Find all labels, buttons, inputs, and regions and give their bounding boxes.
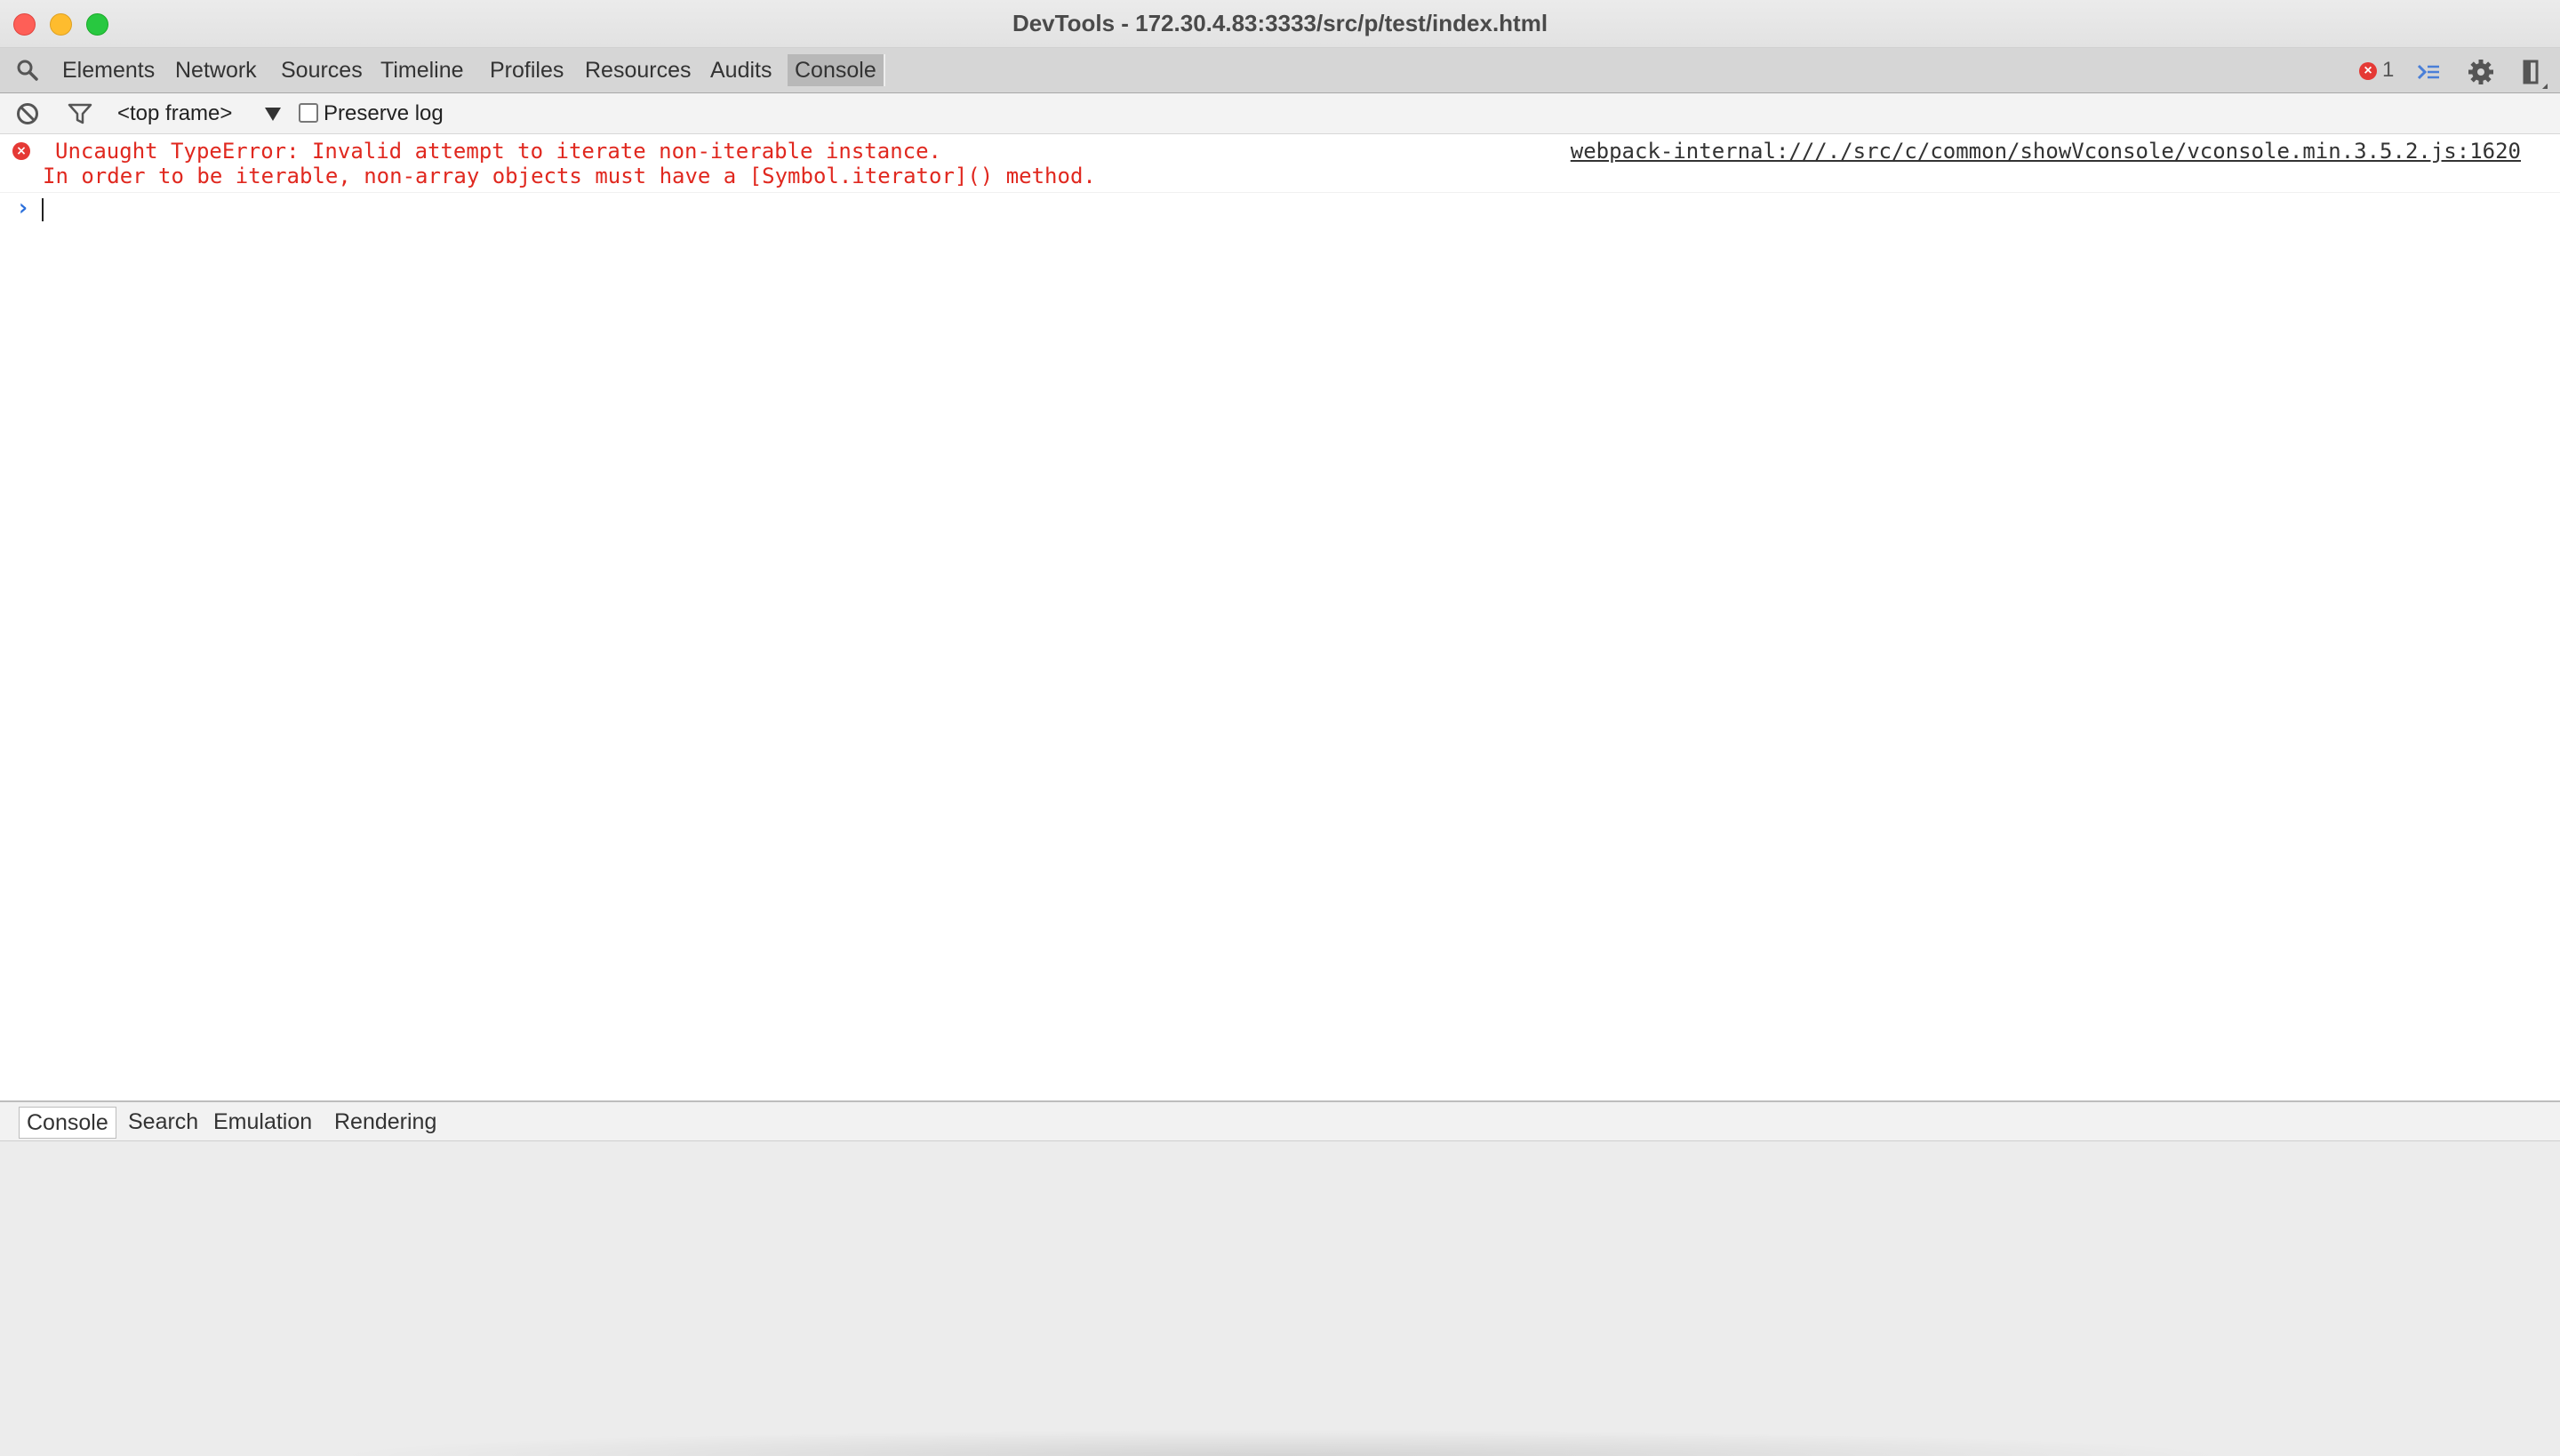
error-message-line: Uncaught TypeError: Invalid attempt to i… [55,139,941,164]
title-bar: DevTools - 172.30.4.83:3333/src/p/test/i… [0,0,2560,48]
window-title: DevTools - 172.30.4.83:3333/src/p/test/i… [1012,10,1548,36]
error-count-value: 1 [2382,58,2395,82]
search-icon[interactable] [16,59,39,82]
tab-timeline[interactable]: Timeline [379,54,466,86]
console-error-message: × Uncaught TypeError: Invalid attempt to… [0,134,2560,193]
console-messages: × Uncaught TypeError: Invalid attempt to… [0,134,2560,1100]
tab-profiles[interactable]: Profiles [488,54,565,86]
preserve-log-checkbox[interactable] [299,102,318,123]
drawer-tab-emulation[interactable]: Emulation [206,1107,319,1139]
preserve-log-toggle[interactable]: Preserve log [299,99,444,129]
prompt-caret-icon: › [16,195,30,221]
tab-elements[interactable]: Elements [60,54,156,86]
text-cursor [42,198,44,221]
devtools-window: DevTools - 172.30.4.83:3333/src/p/test/i… [0,0,2560,1456]
drawer-tab-search[interactable]: Search [121,1107,205,1139]
error-icon: × [12,142,30,160]
console-prompt[interactable]: › [0,193,2560,223]
tab-resources[interactable]: Resources [583,54,693,86]
error-source-link[interactable]: webpack-internal:///./src/c/common/showV… [1571,139,2521,164]
chevron-down-icon[interactable] [265,108,281,121]
filter-icon[interactable] [68,101,92,126]
main-tab-toolbar: Elements Network Sources Timeline Profil… [0,48,2560,93]
console-drawer-icon[interactable] [2415,59,2442,85]
tab-sources[interactable]: Sources [279,54,364,86]
tab-console[interactable]: Console [788,54,885,86]
frame-selector[interactable]: <top frame> [117,99,232,129]
drawer-panel [0,1141,2560,1456]
drawer-tab-rendering[interactable]: Rendering [327,1107,444,1139]
console-input[interactable] [41,196,2512,221]
tab-network[interactable]: Network [173,54,259,86]
error-message-detail: In order to be iterable, non-array objec… [43,164,1096,188]
tab-audits[interactable]: Audits [708,54,773,86]
error-icon: × [2359,61,2377,80]
dock-side-icon[interactable] [2519,59,2548,89]
window-shadow [320,1429,2240,1456]
error-counter[interactable]: × 1 [2359,57,2394,84]
drawer-tab-console[interactable]: Console [19,1107,116,1139]
gear-icon[interactable] [2468,59,2494,85]
clear-icon[interactable] [15,101,40,126]
drawer-tab-bar: Console Search Emulation Rendering [0,1100,2560,1141]
preserve-log-label: Preserve log [324,101,444,125]
console-toolbar: <top frame> Preserve log [0,93,2560,134]
